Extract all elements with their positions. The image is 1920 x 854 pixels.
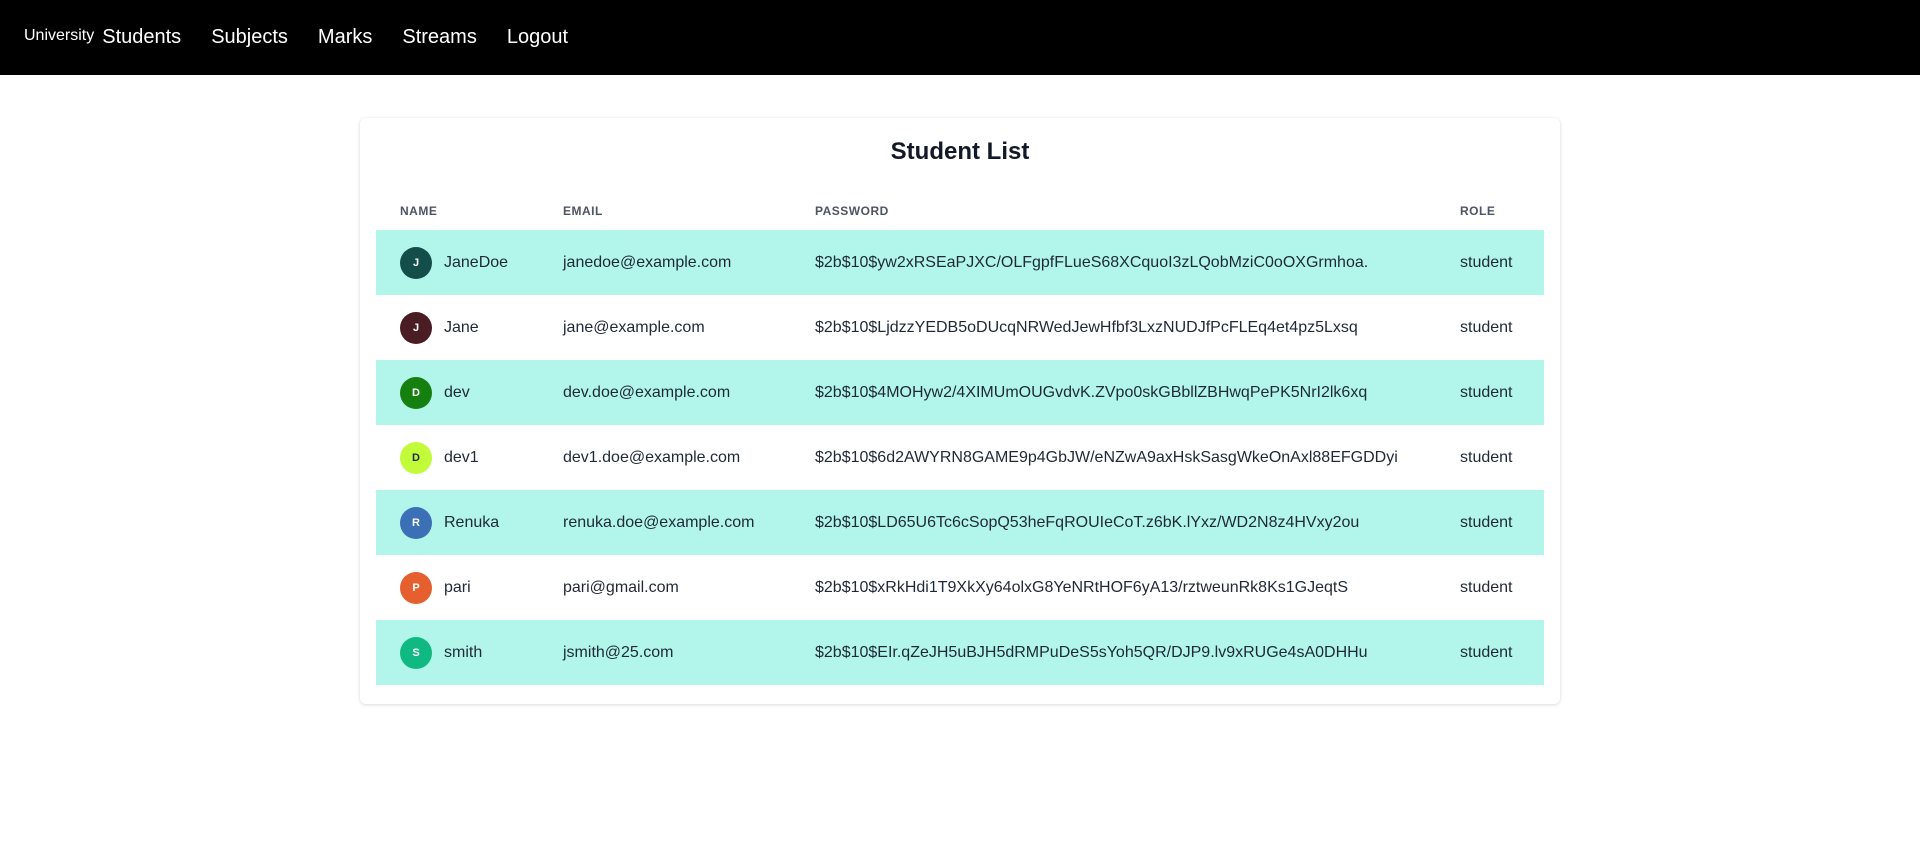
student-email: jane@example.com (563, 318, 705, 336)
student-password: $2b$10$LjdzzYEDB5oDUcqNRWedJewHfbf3LxzNU… (815, 318, 1358, 336)
student-password: $2b$10$EIr.qZeJH5uBJH5dRMPuDeS5sYoh5QR/D… (815, 643, 1368, 661)
student-name: dev1 (444, 448, 479, 466)
student-name: pari (444, 578, 471, 596)
nav-link-subjects[interactable]: Subjects (211, 26, 288, 49)
student-password: $2b$10$xRkHdi1T9XkXy64olxG8YeNRtHOF6yA13… (815, 578, 1349, 596)
student-role: student (1460, 253, 1513, 271)
student-name: Renuka (444, 513, 500, 531)
table-row[interactable]: R Renuka renuka.doe@example.com $2b$10$LD65… (376, 490, 1544, 555)
top-navbar: University Students Subjects Marks Strea… (0, 0, 1920, 75)
nav-link-students[interactable]: Students (102, 26, 181, 49)
table-row[interactable]: Ddev dev.doe@example.com $2b$10$4MOHyw2/4X… (376, 360, 1544, 425)
brand-logo[interactable]: University (24, 27, 94, 45)
cell-name: J Jane (400, 295, 479, 360)
student-role: student (1460, 318, 1513, 336)
nav-link-logout[interactable]: Logout (507, 26, 568, 49)
student-email: dev.doe@example.com (563, 383, 731, 401)
table-row[interactable]: J Jane jane@example.com $2b$10$LjdzzYEDB5oD… (376, 295, 1544, 360)
student-password: $2b$10$4MOHyw2/4XIMUmOUGvdvK.ZVpo0skGBbl… (815, 383, 1368, 401)
student-email: pari@gmail.com (563, 578, 679, 596)
table-row[interactable]: Ssmith jsmith@25.com $2b$10$EIr.qZeJH5uBJH… (376, 620, 1544, 685)
column-header-role: ROLE (1460, 204, 1496, 218)
student-role: student (1460, 643, 1513, 661)
page-title: Student List (890, 138, 1030, 165)
student-role: student (1460, 578, 1513, 596)
table-row[interactable]: Ddev1 dev1.doe@example.com $2b$10$6d2AWYRN… (376, 425, 1544, 490)
table-row[interactable]: Ppari pari@gmail.com $2b$10$xRkHdi1T9XkXy6… (376, 555, 1544, 620)
avatar: P (400, 571, 432, 604)
student-role: student (1460, 448, 1513, 466)
cell-name: Ddev1 (400, 425, 479, 490)
table-row[interactable]: J JaneDoe janedoe@example.com $2b$10$yw2xRS… (376, 230, 1544, 295)
avatar: R (400, 506, 432, 539)
avatar: D (400, 376, 432, 409)
column-header-name: NAME (400, 204, 438, 218)
student-role: student (1460, 513, 1513, 531)
student-name: JaneDoe (444, 253, 509, 271)
student-email: renuka.doe@example.com (563, 513, 755, 531)
avatar: S (400, 636, 432, 669)
avatar: D (400, 441, 432, 474)
column-header-email: EMAIL (563, 204, 603, 218)
column-header-password: PASSWORD (815, 204, 889, 218)
student-role: student (1460, 383, 1513, 401)
avatar: J (400, 311, 432, 344)
nav-link-streams[interactable]: Streams (402, 26, 476, 49)
avatar: J (400, 246, 432, 279)
student-name: dev (444, 383, 470, 401)
cell-name: J JaneDoe (400, 230, 508, 295)
student-list-card: Student List NAME EMAIL PASSWORD ROLE JJ… (360, 118, 1560, 704)
student-email: jsmith@25.com (563, 643, 674, 661)
cell-name: Ppari (400, 555, 471, 620)
cell-name: Ddev (400, 360, 470, 425)
student-email: dev1.doe@example.com (563, 448, 741, 466)
student-password: $2b$10$LD65U6Tc6cSopQ53heFqROUIeCoT.z6bK… (815, 513, 1360, 531)
cell-name: Ssmith (400, 620, 482, 685)
student-name: smith (444, 643, 483, 661)
student-table-body: J JaneDoe janedoe@example.com $2b$10$yw2xRS… (376, 230, 1544, 685)
student-name: Jane (444, 318, 479, 336)
student-email: janedoe@example.com (563, 253, 732, 271)
student-password: $2b$10$yw2xRSEaPJXC/OLFgpfFLueS68XCquoI3… (815, 253, 1369, 271)
nav-link-marks[interactable]: Marks (318, 26, 372, 49)
student-password: $2b$10$6d2AWYRN8GAME9p4GbJW/eNZwA9axHskS… (815, 448, 1398, 466)
cell-name: R Renuka (400, 490, 499, 555)
